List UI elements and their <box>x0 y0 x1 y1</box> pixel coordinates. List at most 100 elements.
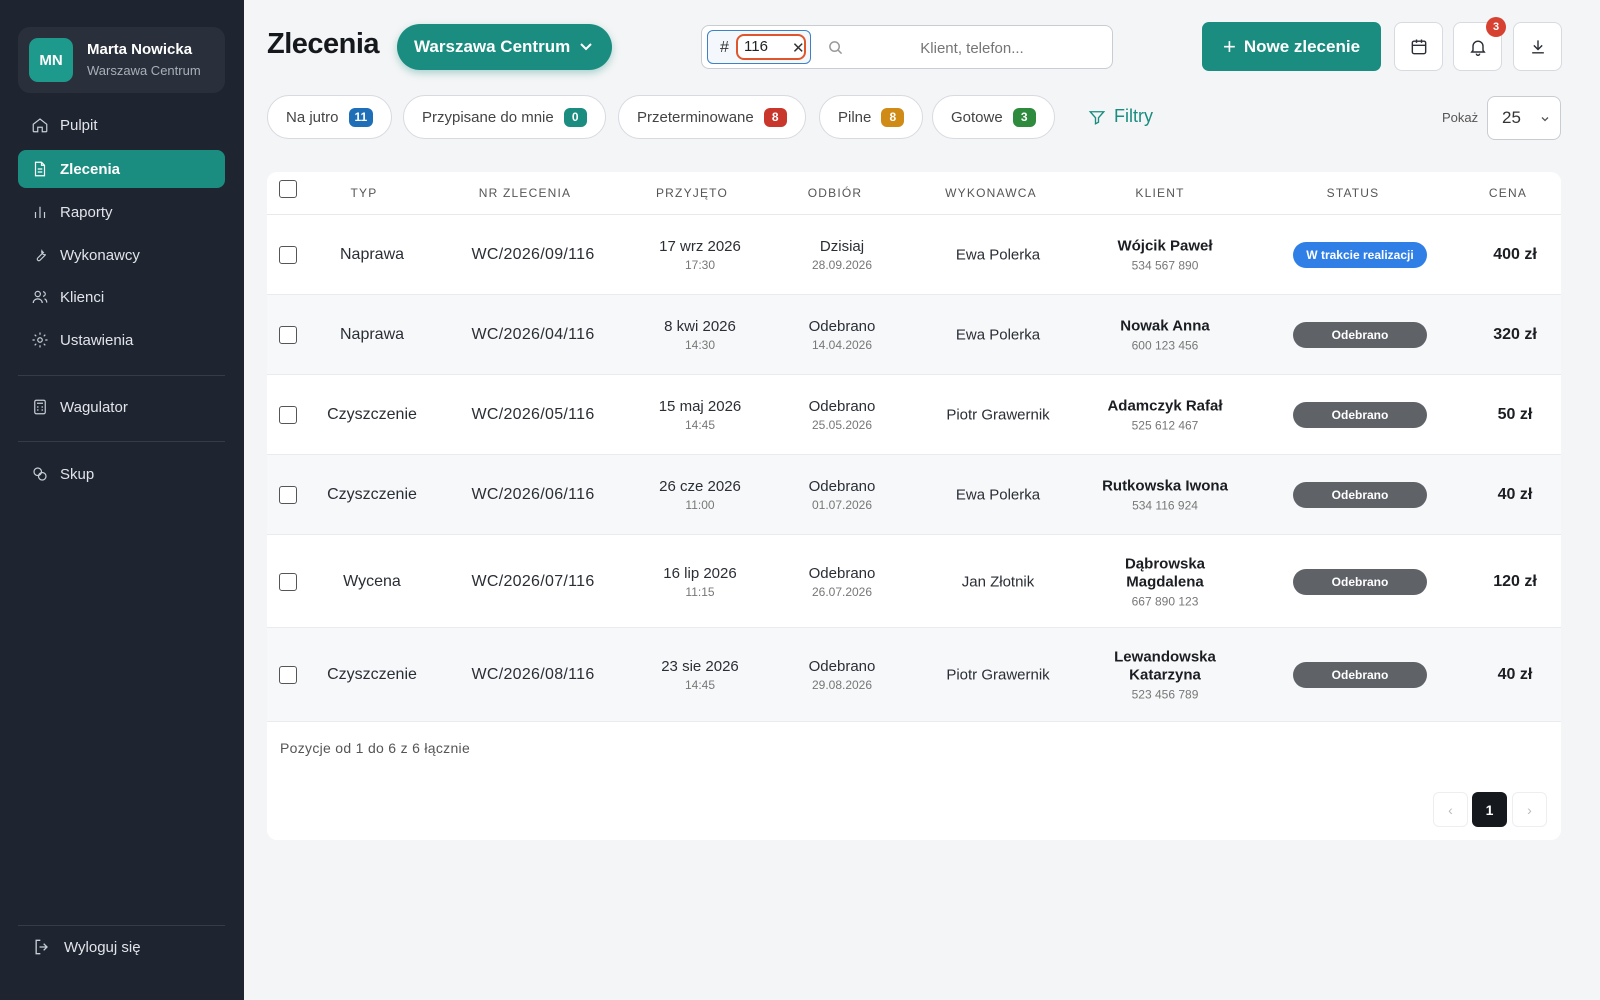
sidebar-item-klienci[interactable]: Klienci <box>18 278 225 316</box>
logout-button[interactable]: Wyloguj się <box>32 937 141 957</box>
download-button[interactable] <box>1513 22 1562 71</box>
table-row[interactable]: Czyszczenie WC/2026/05/116 15 maj 2026 14:4… <box>267 375 1561 455</box>
filter-pill-gotowe[interactable]: Gotowe 3 <box>932 95 1055 139</box>
order-number-link[interactable]: WC/2026/09/116 <box>471 246 594 264</box>
sidebar-divider <box>18 375 225 376</box>
calculator-icon <box>30 397 50 417</box>
order-type: Czyszczenie <box>327 666 417 683</box>
sidebar-item-skup[interactable]: Skup <box>18 455 225 493</box>
sidebar-item-label: Skup <box>60 465 95 483</box>
row-checkbox[interactable] <box>279 572 297 591</box>
order-number-link[interactable]: WC/2026/06/116 <box>471 486 594 504</box>
branch-select-value: Warszawa Centrum <box>414 37 571 56</box>
client-name[interactable]: Lewandowska <box>1114 649 1216 667</box>
client-cell: Rutkowska Iwona 534 116 924 <box>1102 478 1228 513</box>
row-checkbox[interactable] <box>279 486 297 504</box>
home-icon <box>30 115 50 135</box>
table-row[interactable]: Czyszczenie WC/2026/06/116 26 cze 2026 11:0… <box>267 455 1561 535</box>
filter-pill-przypisane[interactable]: Przypisane do mnie 0 <box>403 95 606 139</box>
client-phone: 534 116 924 <box>1132 498 1198 513</box>
column-header-price[interactable]: CENA <box>1489 186 1527 200</box>
column-header-pickup[interactable]: ODBIÓR <box>808 186 863 200</box>
client-name[interactable]: Nowak Anna <box>1120 318 1209 336</box>
table-row[interactable]: Naprawa WC/2026/09/116 17 wrz 2026 17:30 Dzi… <box>267 215 1561 295</box>
user-card[interactable]: MN Marta Nowicka Warszawa Centrum <box>18 27 225 93</box>
pickup-cell: Odebrano 29.08.2026 <box>809 658 876 692</box>
column-header-number[interactable]: NR ZLECENIA <box>479 186 572 200</box>
status-badge: Odebrano <box>1293 402 1427 428</box>
sidebar-item-label: Raporty <box>60 203 113 221</box>
client-name[interactable]: Wójcik Paweł <box>1117 238 1212 256</box>
calendar-icon <box>1411 39 1426 54</box>
status-badge: Odebrano <box>1293 482 1427 508</box>
sidebar-item-wagulator[interactable]: Wagulator <box>18 388 225 426</box>
sidebar-item-pulpit[interactable]: Pulpit <box>18 106 225 144</box>
filter-pill-count: 11 <box>348 107 374 127</box>
row-checkbox[interactable] <box>279 406 297 424</box>
pagination-next-button[interactable]: › <box>1512 792 1547 827</box>
orders-table: TYP NR ZLECENIA PRZYJĘTO ODBIÓR WYKONAWC… <box>267 172 1561 840</box>
order-number-link[interactable]: WC/2026/08/116 <box>471 666 594 684</box>
avatar: MN <box>29 38 73 82</box>
table-row[interactable]: Wycena WC/2026/07/116 16 lip 2026 11:15 Odeb… <box>267 535 1561 628</box>
filter-pill-na-jutro[interactable]: Na jutro 11 <box>267 95 393 139</box>
order-type: Naprawa <box>339 246 405 263</box>
received-time: 11:00 <box>685 498 715 512</box>
order-type: Naprawa <box>339 326 405 343</box>
notifications-button[interactable]: 3 <box>1453 17 1506 71</box>
client-name[interactable]: Rutkowska Iwona <box>1102 478 1228 496</box>
select-all-checkbox[interactable] <box>279 180 297 198</box>
table-row[interactable]: Naprawa WC/2026/04/116 8 kwi 2026 14:30 Odeb… <box>267 295 1561 375</box>
row-checkbox[interactable] <box>279 246 297 264</box>
client-name-line2[interactable]: Katarzyna <box>1114 667 1216 685</box>
coins-icon <box>30 464 50 484</box>
sidebar: MN Marta Nowicka Warszawa Centrum Pulpit… <box>0 0 244 1000</box>
received-cell: 26 cze 2026 11:00 <box>659 478 741 512</box>
sidebar-item-raporty[interactable]: Raporty <box>18 193 225 231</box>
column-header-type[interactable]: TYP <box>351 186 378 200</box>
table-row[interactable]: Czyszczenie WC/2026/08/116 23 sie 2026 14:4… <box>267 628 1561 722</box>
order-number-link[interactable]: WC/2026/05/116 <box>471 406 594 424</box>
filter-pill-przeterminowane[interactable]: Przeterminowane 8 <box>618 95 806 139</box>
branch-select[interactable]: Warszawa Centrum <box>397 24 612 70</box>
filter-pill-count: 3 <box>1012 107 1036 127</box>
filter-pill-pilne[interactable]: Pilne 8 <box>819 95 924 139</box>
filter-icon <box>1088 110 1106 125</box>
column-header-received[interactable]: PRZYJĘTO <box>656 186 728 200</box>
pickup-date: 25.05.2026 <box>811 418 873 432</box>
order-price: 50 zł <box>1497 406 1533 423</box>
column-header-status[interactable]: STATUS <box>1327 186 1380 200</box>
pickup-date: 29.08.2026 <box>811 678 873 692</box>
sidebar-item-wykonawcy[interactable]: Wykonawcy <box>18 236 225 274</box>
pagination-page-1[interactable]: 1 <box>1472 792 1507 827</box>
client-name[interactable]: Dąbrowska <box>1125 555 1205 573</box>
calendar-button[interactable] <box>1394 22 1443 71</box>
download-icon <box>1531 39 1544 54</box>
client-name[interactable]: Adamczyk Rafał <box>1107 398 1222 416</box>
filter-pill-label: Gotowe <box>951 108 1003 126</box>
client-cell: Adamczyk Rafał 525 612 467 <box>1107 398 1222 433</box>
sidebar-item-ustawienia[interactable]: Ustawienia <box>18 321 225 359</box>
filters-button[interactable]: Filtry <box>1088 106 1153 127</box>
order-number-link[interactable]: WC/2026/04/116 <box>471 326 594 344</box>
order-number-link[interactable]: WC/2026/07/116 <box>471 573 594 591</box>
pickup-status: Dzisiaj <box>819 238 865 255</box>
row-checkbox[interactable] <box>279 326 297 344</box>
row-checkbox[interactable] <box>279 666 297 684</box>
column-header-client[interactable]: KLIENT <box>1135 186 1184 200</box>
filter-pill-label: Przeterminowane <box>637 108 754 126</box>
sidebar-item-zlecenia[interactable]: Zlecenia <box>18 150 225 188</box>
contractor-name: Ewa Polerka <box>955 486 1041 504</box>
client-name-line2[interactable]: Magdalena <box>1125 573 1205 591</box>
page-size-select[interactable]: 25 <box>1487 96 1561 140</box>
close-icon[interactable]: ✕ <box>792 39 805 57</box>
pickup-status: Odebrano <box>808 318 876 335</box>
search-input[interactable] <box>852 34 1092 62</box>
pagination-prev-button[interactable]: ‹ <box>1433 792 1468 827</box>
filter-pill-label: Na jutro <box>286 108 339 126</box>
pagination-summary: Pozycje od 1 do 6 z 6 łącznie <box>280 740 471 756</box>
pickup-status: Odebrano <box>808 564 876 582</box>
filter-pill-label: Pilne <box>838 108 872 126</box>
new-order-button[interactable]: + Nowe zlecenie <box>1202 22 1381 71</box>
column-header-contractor[interactable]: WYKONAWCA <box>945 186 1037 200</box>
